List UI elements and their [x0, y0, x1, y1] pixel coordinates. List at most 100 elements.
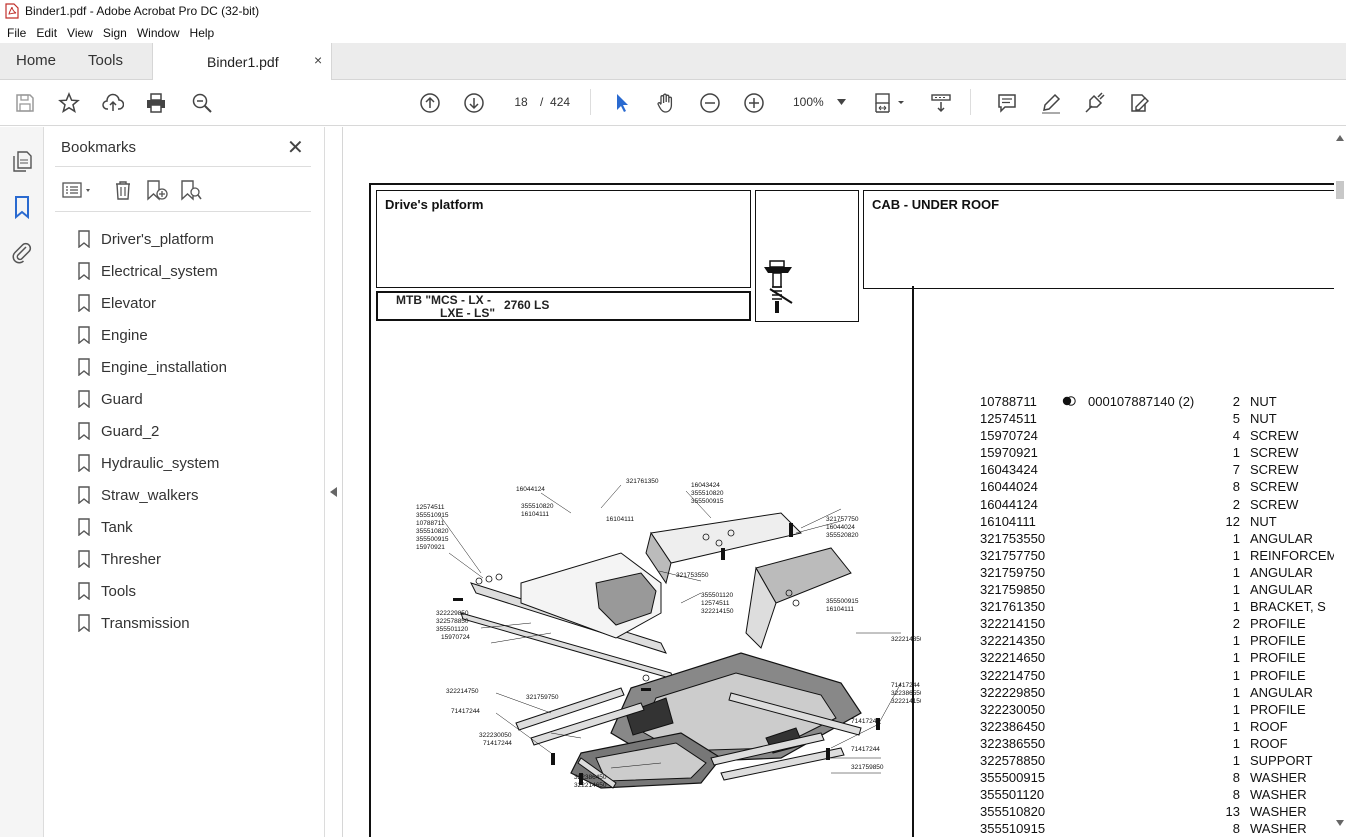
close-panel-icon[interactable]: ✕ [287, 135, 304, 160]
part-description: REINFORCEM [1250, 547, 1334, 563]
part-description: SCREW [1250, 445, 1299, 461]
bookmark-item[interactable]: Electrical_system [77, 255, 227, 287]
part-description: ANGULAR [1250, 564, 1313, 580]
drawing-label: 322214350 [891, 636, 921, 643]
drawing-label: 322578850 [436, 618, 469, 625]
reference-number: 000107887140 (2) [1088, 394, 1195, 409]
previous-page-icon[interactable] [418, 91, 442, 115]
next-page-icon[interactable] [462, 91, 486, 115]
part-row: 322214350 1 PROFILE [980, 633, 1334, 650]
part-description: SCREW [1250, 462, 1299, 478]
part-number: 321759850 [980, 582, 1046, 598]
drawing-label: 16044024 [826, 524, 855, 531]
zoom-search-icon[interactable] [190, 91, 214, 115]
bookmark-item[interactable]: Guard [77, 383, 227, 415]
bookmark-label: Tank [101, 518, 133, 536]
bookmark-item[interactable]: Tools [77, 575, 227, 607]
zoom-in-icon[interactable] [742, 91, 766, 115]
bookmark-options-icon[interactable] [61, 179, 95, 201]
scroll-mode-icon[interactable] [929, 91, 953, 115]
drawing-label: 355501120 [701, 592, 733, 599]
tab-document[interactable]: Binder1.pdf × [152, 43, 332, 81]
highlight-pen-icon[interactable] [1039, 91, 1063, 115]
page-separator: / [540, 95, 544, 109]
drawing-label: 16104111 [521, 511, 549, 518]
menu-window[interactable]: Window [132, 26, 185, 40]
page-fit-icon[interactable] [872, 91, 910, 115]
close-tab-icon[interactable]: × [314, 52, 322, 68]
part-row: 321759850 1 ANGULAR [980, 582, 1334, 599]
save-icon[interactable] [13, 91, 37, 115]
bookmark-label: Transmission [101, 614, 190, 632]
select-cursor-icon[interactable] [610, 91, 634, 115]
zoom-out-icon[interactable] [698, 91, 722, 115]
part-quantity: 8 [1232, 787, 1240, 803]
bookmark-item[interactable]: Transmission [77, 607, 227, 639]
bookmark-item[interactable]: Hydraulic_system [77, 447, 227, 479]
part-number: 321753550 [980, 530, 1046, 546]
zoom-dropdown[interactable]: 100% [785, 90, 855, 114]
part-row: 16104111 12 NUT [980, 514, 1334, 531]
part-row: 355500915 8 WASHER [980, 770, 1334, 787]
tab-home[interactable]: Home [16, 52, 56, 69]
menu-bar: File Edit View Sign Window Help [0, 22, 1346, 43]
part-quantity: 13 [1225, 804, 1240, 820]
sign-pen-icon[interactable] [1083, 91, 1107, 115]
menu-help[interactable]: Help [185, 26, 220, 40]
delete-bookmark-icon[interactable] [111, 179, 135, 201]
page-thumbnails-icon[interactable] [10, 149, 34, 173]
replacement-ref-icon [1062, 396, 1076, 406]
print-icon[interactable] [144, 91, 168, 115]
bookmark-icon [78, 230, 90, 248]
part-number: 322386450 [980, 718, 1046, 734]
model-number: 2760 LS [504, 298, 550, 312]
chevron-down-icon [837, 99, 846, 105]
scrollbar-thumb[interactable] [1336, 181, 1344, 199]
page-number-input[interactable] [506, 91, 536, 113]
new-bookmark-icon[interactable] [145, 179, 169, 201]
part-row: 15970724 4 SCREW [980, 428, 1334, 445]
part-number: 321757750 [980, 547, 1046, 563]
part-quantity: 8 [1232, 479, 1240, 495]
vertical-scrollbar[interactable] [1334, 127, 1346, 837]
menu-view[interactable]: View [62, 26, 98, 40]
panel-collapse-handle[interactable] [325, 127, 343, 837]
document-view[interactable]: Drive's platform MTB "MCS - LX - LXE - L… [344, 127, 1334, 837]
hand-tool-icon[interactable] [654, 91, 678, 115]
part-description: ROOF [1250, 735, 1288, 751]
menu-edit[interactable]: Edit [31, 26, 62, 40]
bookmark-item[interactable]: Engine [77, 319, 227, 351]
attachment-icon[interactable] [10, 241, 34, 265]
menu-file[interactable]: File [2, 26, 31, 40]
part-row: 16044024 8 SCREW [980, 479, 1334, 496]
bookmark-item[interactable]: Driver's_platform [77, 223, 227, 255]
bookmark-item[interactable]: Engine_installation [77, 351, 227, 383]
bookmark-panel-icon[interactable] [10, 195, 34, 219]
star-icon[interactable] [57, 91, 81, 115]
menu-sign[interactable]: Sign [98, 26, 132, 40]
bookmark-item[interactable]: Guard_2 [77, 415, 227, 447]
part-row: 322386550 1 ROOF [980, 736, 1334, 753]
scroll-up-icon[interactable] [1336, 135, 1344, 141]
part-number: 322229850 [980, 684, 1046, 700]
find-bookmark-icon[interactable] [179, 179, 203, 201]
scroll-down-icon[interactable] [1336, 820, 1344, 826]
part-row: 322386450 1 ROOF [980, 719, 1334, 736]
bookmark-icon [78, 550, 90, 568]
drawing-label: 355500915 [826, 598, 859, 605]
part-quantity: 4 [1232, 428, 1240, 444]
comment-icon[interactable] [995, 91, 1019, 115]
bookmark-label: Guard_2 [101, 422, 160, 440]
upload-cloud-icon[interactable] [101, 91, 125, 115]
tab-tools[interactable]: Tools [88, 52, 123, 69]
drawing-label: 15970921 [416, 544, 445, 551]
bookmark-item[interactable]: Elevator [77, 287, 227, 319]
drawing-label: 355500915 [416, 536, 449, 543]
acrobat-app-icon [5, 3, 19, 19]
edit-document-icon[interactable] [1127, 91, 1151, 115]
bookmark-label: Thresher [101, 550, 162, 568]
bookmark-item[interactable]: Straw_walkers [77, 479, 227, 511]
part-quantity: 1 [1232, 752, 1240, 768]
bookmark-item[interactable]: Thresher [77, 543, 227, 575]
bookmark-item[interactable]: Tank [77, 511, 227, 543]
